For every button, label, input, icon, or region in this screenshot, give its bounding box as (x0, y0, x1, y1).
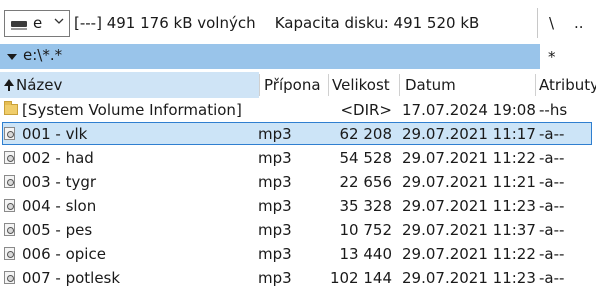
file-date: 29.07.2021 11:37 (402, 221, 536, 239)
parent-dir-button[interactable]: .. (574, 14, 584, 32)
drive-select[interactable]: e (4, 10, 70, 37)
column-divider[interactable] (259, 74, 260, 96)
file-size: <DIR> (340, 101, 392, 119)
file-attributes: -a-- (539, 245, 565, 263)
file-name: 007 - potlesk (22, 269, 121, 287)
sort-ascending-icon (4, 79, 14, 91)
file-date: 17.07.2024 19:08 (402, 101, 536, 119)
path-bar[interactable]: e:\*.* * (0, 44, 596, 69)
file-date: 29.07.2021 11:21 (402, 173, 536, 191)
file-extension: mp3 (258, 197, 292, 215)
file-row[interactable]: 006 - opice mp3 13 440 29.07.2021 11:22 … (0, 242, 596, 266)
column-header-name[interactable]: Název (0, 72, 259, 98)
file-row[interactable]: 007 - potlesk mp3 102 144 29.07.2021 11:… (0, 266, 596, 290)
audio-file-icon (4, 247, 17, 260)
file-attributes: --hs (539, 101, 568, 119)
column-divider[interactable] (535, 74, 536, 96)
file-size: 22 656 (339, 173, 393, 191)
column-header-date[interactable]: Datum (401, 72, 538, 98)
file-list: [System Volume Information] <DIR> 17.07.… (0, 98, 596, 290)
file-date: 29.07.2021 11:17 (402, 125, 536, 143)
file-name: 001 - vlk (22, 125, 88, 143)
file-name: [System Volume Information] (22, 101, 242, 119)
file-row[interactable]: 002 - had mp3 54 528 29.07.2021 11:22 -a… (0, 146, 596, 170)
audio-file-icon (4, 199, 17, 212)
audio-file-icon (4, 175, 17, 188)
file-row-selected[interactable]: 001 - vlk mp3 62 208 29.07.2021 11:17 -a… (0, 122, 596, 146)
column-headers: Název Přípona Velikost Datum Atributy (0, 72, 596, 98)
history-dropdown-icon[interactable] (7, 54, 17, 60)
folder-icon (4, 101, 18, 116)
filter-box[interactable]: * (540, 44, 596, 69)
file-size: 54 528 (339, 149, 393, 167)
file-size: 10 752 (339, 221, 393, 239)
file-attributes: -a-- (539, 197, 565, 215)
drive-bar: e [---] 491 176 kB volných Kapacita disk… (0, 0, 596, 40)
file-size: 35 328 (339, 197, 393, 215)
file-extension: mp3 (258, 245, 292, 263)
file-name: 003 - tygr (22, 173, 97, 191)
free-space-label: [---] 491 176 kB volných (74, 14, 256, 32)
file-row[interactable]: 003 - tygr mp3 22 656 29.07.2021 11:21 -… (0, 170, 596, 194)
drive-space-info: [---] 491 176 kB volných Kapacita disku:… (74, 14, 479, 32)
audio-file-icon (4, 127, 17, 140)
file-row[interactable]: 004 - slon mp3 35 328 29.07.2021 11:23 -… (0, 194, 596, 218)
file-date: 29.07.2021 11:23 (402, 197, 536, 215)
drive-letter: e (33, 14, 43, 32)
file-extension: mp3 (258, 173, 292, 191)
audio-file-icon (4, 151, 17, 164)
file-extension: mp3 (258, 149, 292, 167)
file-date: 29.07.2021 11:22 (402, 245, 536, 263)
column-divider[interactable] (399, 74, 400, 96)
file-attributes: -a-- (539, 221, 565, 239)
capacity-label: Kapacita disku: 491 520 kB (274, 14, 480, 32)
file-row[interactable]: 005 - pes mp3 10 752 29.07.2021 11:37 -a… (0, 218, 596, 242)
file-size: 102 144 (329, 269, 392, 287)
file-name: 005 - pes (22, 221, 93, 239)
file-row[interactable]: [System Volume Information] <DIR> 17.07.… (0, 98, 596, 122)
toolbar-divider (537, 8, 538, 38)
file-date: 29.07.2021 11:22 (402, 149, 536, 167)
audio-file-icon (4, 271, 17, 284)
file-size: 13 440 (339, 245, 393, 263)
file-attributes: -a-- (539, 125, 565, 143)
root-dir-button[interactable]: \ (549, 14, 554, 32)
file-size: 62 208 (339, 125, 393, 143)
drive-icon (11, 21, 27, 30)
file-attributes: -a-- (539, 269, 565, 287)
file-extension: mp3 (258, 221, 292, 239)
file-date: 29.07.2021 11:23 (402, 269, 536, 287)
column-header-attributes[interactable]: Atributy (537, 72, 596, 98)
audio-file-icon (4, 223, 17, 236)
file-extension: mp3 (258, 125, 292, 143)
file-attributes: -a-- (539, 149, 565, 167)
file-name: 006 - opice (22, 245, 106, 263)
current-path: e:\*.* (23, 46, 63, 64)
file-attributes: -a-- (539, 173, 565, 191)
column-divider[interactable] (328, 74, 329, 96)
file-name: 002 - had (22, 149, 94, 167)
file-extension: mp3 (258, 269, 292, 287)
column-header-size[interactable]: Velikost (330, 72, 400, 98)
file-name: 004 - slon (22, 197, 97, 215)
chevron-down-icon (54, 18, 64, 24)
filter-label: * (548, 48, 556, 66)
column-header-extension[interactable]: Přípona (262, 72, 329, 98)
